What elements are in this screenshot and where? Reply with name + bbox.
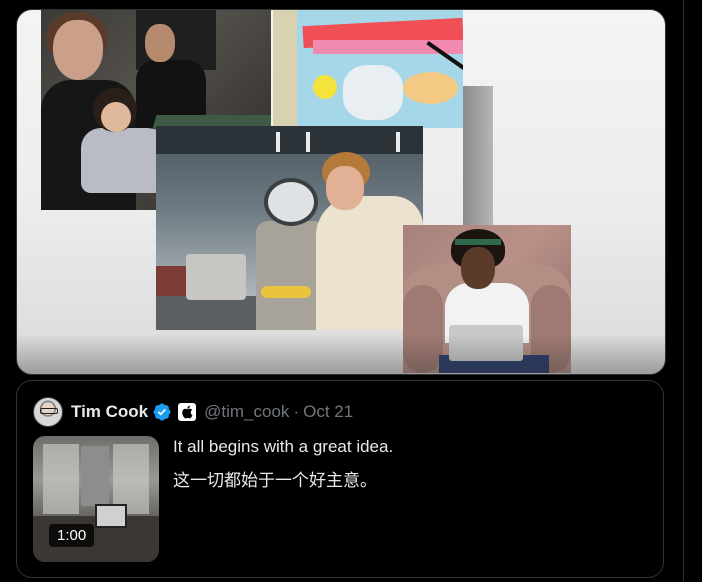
workshop-robot-photo — [156, 126, 423, 330]
quoted-tweet-header: Tim Cook @tim_cook · Oct 21 — [33, 396, 353, 428]
video-thumbnail[interactable]: 1:00 — [33, 436, 159, 562]
artwork-photo — [273, 10, 463, 128]
header-separator: · — [293, 402, 300, 421]
column-divider — [683, 0, 684, 582]
tweet-text-english: It all begins with a great idea. — [173, 437, 394, 456]
media-image[interactable] — [16, 9, 666, 375]
author-name[interactable]: Tim Cook — [71, 402, 148, 422]
author-handle[interactable]: @tim_cook — [204, 402, 289, 422]
tweet-text-chinese: 这一切都始于一个好主意。 — [173, 471, 377, 491]
video-duration-badge: 1:00 — [49, 524, 95, 547]
apple-logo-icon[interactable] — [178, 403, 197, 421]
author-avatar[interactable] — [33, 397, 63, 427]
wall-photo — [463, 86, 493, 226]
verified-badge-icon[interactable] — [152, 402, 172, 422]
quoted-tweet-text: It all begins with a great idea. 这一切都始于一… — [173, 436, 633, 504]
quoted-tweet-card[interactable]: Tim Cook @tim_cook · Oct 21 1:00 It all … — [16, 380, 664, 578]
tweet-date[interactable]: Oct 21 — [303, 402, 353, 422]
